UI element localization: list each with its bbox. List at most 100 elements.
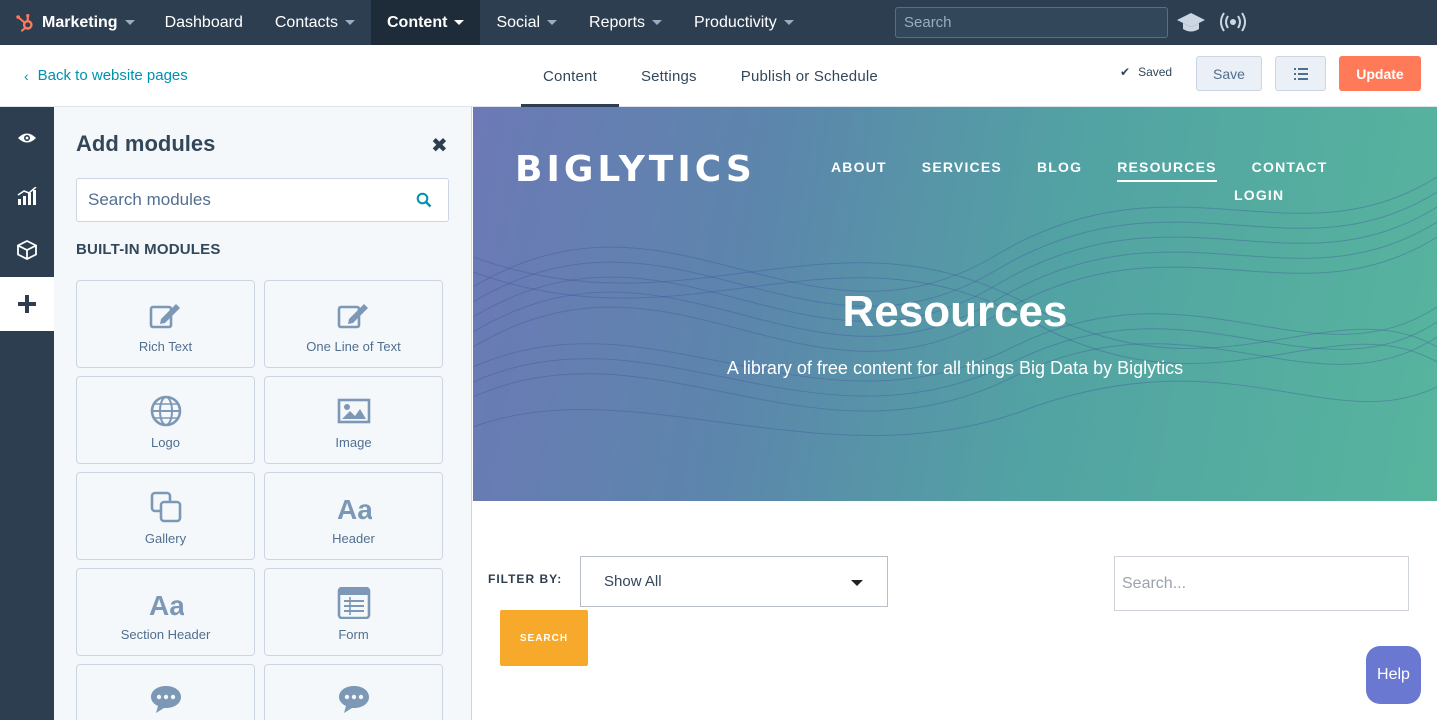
chevron-down-icon — [547, 20, 558, 25]
module-search-input[interactable] — [77, 179, 397, 221]
preview-rail-button[interactable] — [0, 107, 54, 169]
gallery-icon — [150, 491, 181, 523]
chevron-down-icon — [345, 20, 355, 25]
chevron-down-icon — [652, 20, 663, 25]
nav-dashboard[interactable]: Dashboard — [149, 0, 259, 45]
saved-label: Saved — [1138, 65, 1173, 79]
chevron-left-icon: ‹ — [24, 67, 29, 84]
tab-content[interactable]: Content — [521, 45, 619, 107]
module-label: Header — [332, 531, 375, 546]
module-rich-text[interactable]: Rich Text — [76, 280, 255, 368]
module-gallery[interactable]: Gallery — [76, 472, 255, 560]
text-aa-icon: Aa — [149, 590, 184, 619]
back-to-pages-link[interactable]: ‹ Back to website pages — [24, 67, 188, 84]
close-icon[interactable]: ✖ — [431, 133, 448, 158]
biglytics-logo[interactable]: BIGLYTICS — [515, 149, 756, 190]
hero-subtitle: A library of free content for all things… — [726, 358, 1184, 378]
page-preview: BIGLYTICS ABOUT SERVICES BLOG RESOURCES … — [473, 107, 1437, 720]
globe-icon — [150, 395, 181, 427]
modules-rail-button[interactable] — [0, 223, 54, 277]
list-view-button[interactable] — [1275, 56, 1326, 91]
left-rail — [0, 107, 54, 720]
site-nav-about[interactable]: ABOUT — [831, 159, 887, 182]
marketing-menu[interactable]: Marketing — [0, 0, 149, 45]
back-link-label: Back to website pages — [37, 67, 188, 84]
editor-tabs: Content Settings Publish or Schedule — [521, 45, 900, 107]
chevron-down-icon — [851, 580, 863, 586]
cube-icon — [17, 240, 37, 260]
module-label: Section Header — [120, 627, 211, 642]
resource-search-input[interactable] — [1114, 556, 1409, 611]
nav-reports[interactable]: Reports — [573, 0, 678, 45]
update-button[interactable]: Update — [1339, 56, 1421, 91]
site-nav-contact[interactable]: CONTACT — [1252, 159, 1328, 182]
filter-dropdown[interactable]: Show All — [580, 556, 888, 607]
chevron-down-icon — [124, 20, 135, 25]
module-chat-2[interactable] — [264, 664, 443, 720]
filter-label: FILTER BY: — [488, 572, 563, 586]
module-label: Form — [338, 627, 369, 642]
module-logo[interactable]: Logo — [76, 376, 255, 464]
module-label: One Line of Text — [306, 339, 401, 354]
site-nav-login[interactable]: LOGIN — [1234, 187, 1284, 203]
hero-title: Resources — [842, 287, 1068, 336]
hero-banner: BIGLYTICS ABOUT SERVICES BLOG RESOURCES … — [473, 107, 1437, 501]
site-navigation: ABOUT SERVICES BLOG RESOURCES CONTACT — [831, 159, 1362, 182]
module-label: Gallery — [144, 531, 187, 546]
nav-content[interactable]: Content — [371, 0, 481, 45]
site-nav-resources[interactable]: RESOURCES — [1117, 159, 1217, 182]
eye-icon — [18, 133, 36, 143]
module-label: Rich Text — [138, 339, 193, 354]
edit-icon — [149, 304, 180, 329]
tab-publish[interactable]: Publish or Schedule — [719, 45, 900, 107]
edit-icon — [337, 304, 368, 329]
module-search — [76, 178, 449, 222]
nav-label: Dashboard — [164, 13, 243, 31]
svg-text:Aa: Aa — [337, 494, 372, 523]
nav-productivity[interactable]: Productivity — [678, 0, 810, 45]
nav-label: Reports — [589, 13, 646, 31]
panel-title: Add modules — [76, 131, 216, 156]
module-image[interactable]: Image — [264, 376, 443, 464]
chevron-down-icon — [783, 20, 794, 25]
editor-header: ‹ Back to website pages Content Settings… — [0, 45, 1437, 107]
module-one-line-text[interactable]: One Line of Text — [264, 280, 443, 368]
chart-icon — [17, 187, 37, 205]
nav-label: Productivity — [694, 13, 777, 31]
module-label: Logo — [151, 435, 180, 450]
module-label: Image — [335, 435, 372, 450]
nav-label: Content — [387, 13, 448, 31]
list-icon — [1293, 67, 1308, 80]
nav-contacts[interactable]: Contacts — [259, 0, 371, 45]
optimize-rail-button[interactable] — [0, 169, 54, 223]
image-icon — [337, 398, 370, 424]
plus-icon — [18, 295, 36, 313]
svg-text:Aa: Aa — [149, 590, 184, 619]
chat-bubble-icon — [150, 686, 181, 713]
tab-settings[interactable]: Settings — [619, 45, 719, 107]
saved-status: ✔ Saved — [1120, 65, 1172, 79]
module-header[interactable]: Aa Header — [264, 472, 443, 560]
search-button[interactable]: SEARCH — [500, 610, 588, 666]
help-button[interactable]: Help — [1366, 646, 1421, 704]
brand-label: Marketing — [42, 13, 118, 31]
search-icon[interactable] — [416, 192, 432, 208]
site-nav-services[interactable]: SERVICES — [922, 159, 1002, 182]
save-button[interactable]: Save — [1196, 56, 1262, 91]
form-icon — [337, 587, 370, 619]
module-section-header[interactable]: Aa Section Header — [76, 568, 255, 656]
nav-social[interactable]: Social — [480, 0, 573, 45]
hubspot-logo-icon — [16, 13, 33, 32]
global-search-input[interactable] — [895, 7, 1168, 38]
site-nav-blog[interactable]: BLOG — [1037, 159, 1082, 182]
add-rail-button[interactable] — [0, 277, 54, 331]
add-modules-panel: Add modules ✖ BUILT-IN MODULES Rich Text… — [54, 107, 472, 720]
module-form[interactable]: Form — [264, 568, 443, 656]
filter-value: Show All — [604, 573, 662, 590]
broadcast-icon[interactable] — [1220, 11, 1246, 33]
text-aa-icon: Aa — [337, 494, 372, 523]
chevron-down-icon — [454, 20, 465, 25]
module-chat[interactable] — [76, 664, 255, 720]
section-label: BUILT-IN MODULES — [76, 241, 221, 258]
graduation-cap-icon[interactable] — [1176, 10, 1206, 34]
